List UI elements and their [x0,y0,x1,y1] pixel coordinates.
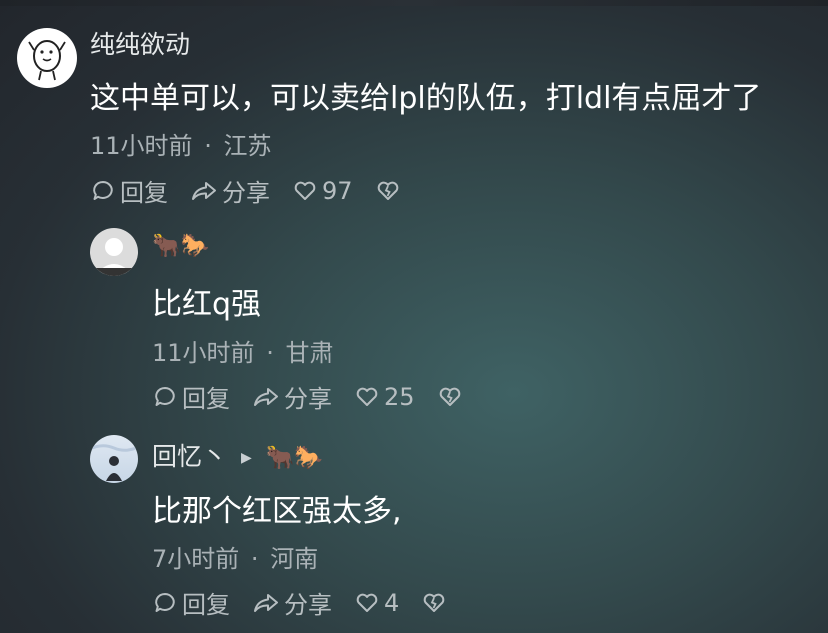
heart-icon [356,593,378,612]
nickname-emoji: 🐂🐎 [265,445,323,471]
comment-time: 7小时前 [152,545,240,573]
broken-heart-icon [377,181,398,200]
dislike-button[interactable] [421,590,451,616]
reply-label: 回复 [120,179,168,207]
top-cutoff [0,0,828,6]
share-label: 分享 [284,591,332,619]
share-arrow-icon [254,593,278,612]
comment-nickname[interactable]: 🐂🐎 [152,230,209,259]
comment-content: 比红q强 [152,287,262,322]
comment-bubble-icon [155,592,175,612]
like-button[interactable]: 25 [354,383,415,411]
share-label: 分享 [222,179,270,207]
comment-bubble-icon [93,180,113,200]
comment-meta: 7小时前 · 河南 [152,539,318,574]
comment-time: 11小时前 [152,339,255,367]
share-label: 分享 [284,385,332,413]
nickname-text: 回忆丶 [152,442,228,471]
comment-meta: 11小时前 · 甘肃 [152,333,333,368]
comment-location: 河南 [270,545,319,573]
reply-button[interactable]: 回复 [152,379,230,414]
like-count: 4 [384,588,400,617]
reply-button[interactable]: 回复 [152,585,230,620]
broken-heart-icon [439,387,460,406]
like-count: 25 [384,382,415,411]
share-arrow-icon [254,387,278,406]
nickname-emoji: 🐂🐎 [152,233,210,259]
comment-content: 这中单可以，可以卖给lpl的队伍，打ldl有点屈才了 [90,81,762,116]
reply-label: 回复 [182,591,230,619]
like-button[interactable]: 4 [354,589,399,617]
like-count: 97 [322,176,353,205]
reply-label: 回复 [182,385,230,413]
broken-heart-icon [424,593,445,612]
default-avatar-icon [90,238,138,276]
comment-location: 江苏 [223,132,272,160]
comment-actions: 回复 分享 97 [90,173,427,208]
heart-icon [356,387,378,406]
avatar[interactable] [17,28,77,88]
meta-separator: · [204,132,212,160]
comment-meta: 11小时前 · 江苏 [90,126,271,161]
comment-nickname[interactable]: 回忆丶 ▶ 🐂🐎 [152,437,323,473]
share-button[interactable]: 分享 [252,585,332,620]
share-arrow-icon [192,181,216,200]
photo-avatar-icon [90,444,138,481]
share-button[interactable]: 分享 [252,379,332,414]
meta-separator: · [250,545,259,573]
caret-right-icon: ▶ [240,450,252,466]
comment-nickname[interactable]: 纯纯欲动 [90,25,190,61]
doodle-avatar-icon [28,40,66,81]
avatar[interactable] [90,435,138,483]
comment-actions: 回复 分享 25 [152,379,489,414]
comment-actions: 回复 分享 4 [152,585,473,620]
dislike-button[interactable] [437,384,467,410]
avatar[interactable] [90,228,138,276]
comment-content: 比那个红区强太多, [152,494,402,529]
comment-bubble-icon [155,386,175,406]
comment-location: 甘肃 [285,339,334,367]
heart-icon [294,181,316,200]
reply-button[interactable]: 回复 [90,173,168,208]
dislike-button[interactable] [375,178,405,204]
like-button[interactable]: 97 [292,177,353,205]
meta-separator: · [266,339,274,367]
share-button[interactable]: 分享 [190,173,270,208]
comment-time: 11小时前 [90,132,193,160]
